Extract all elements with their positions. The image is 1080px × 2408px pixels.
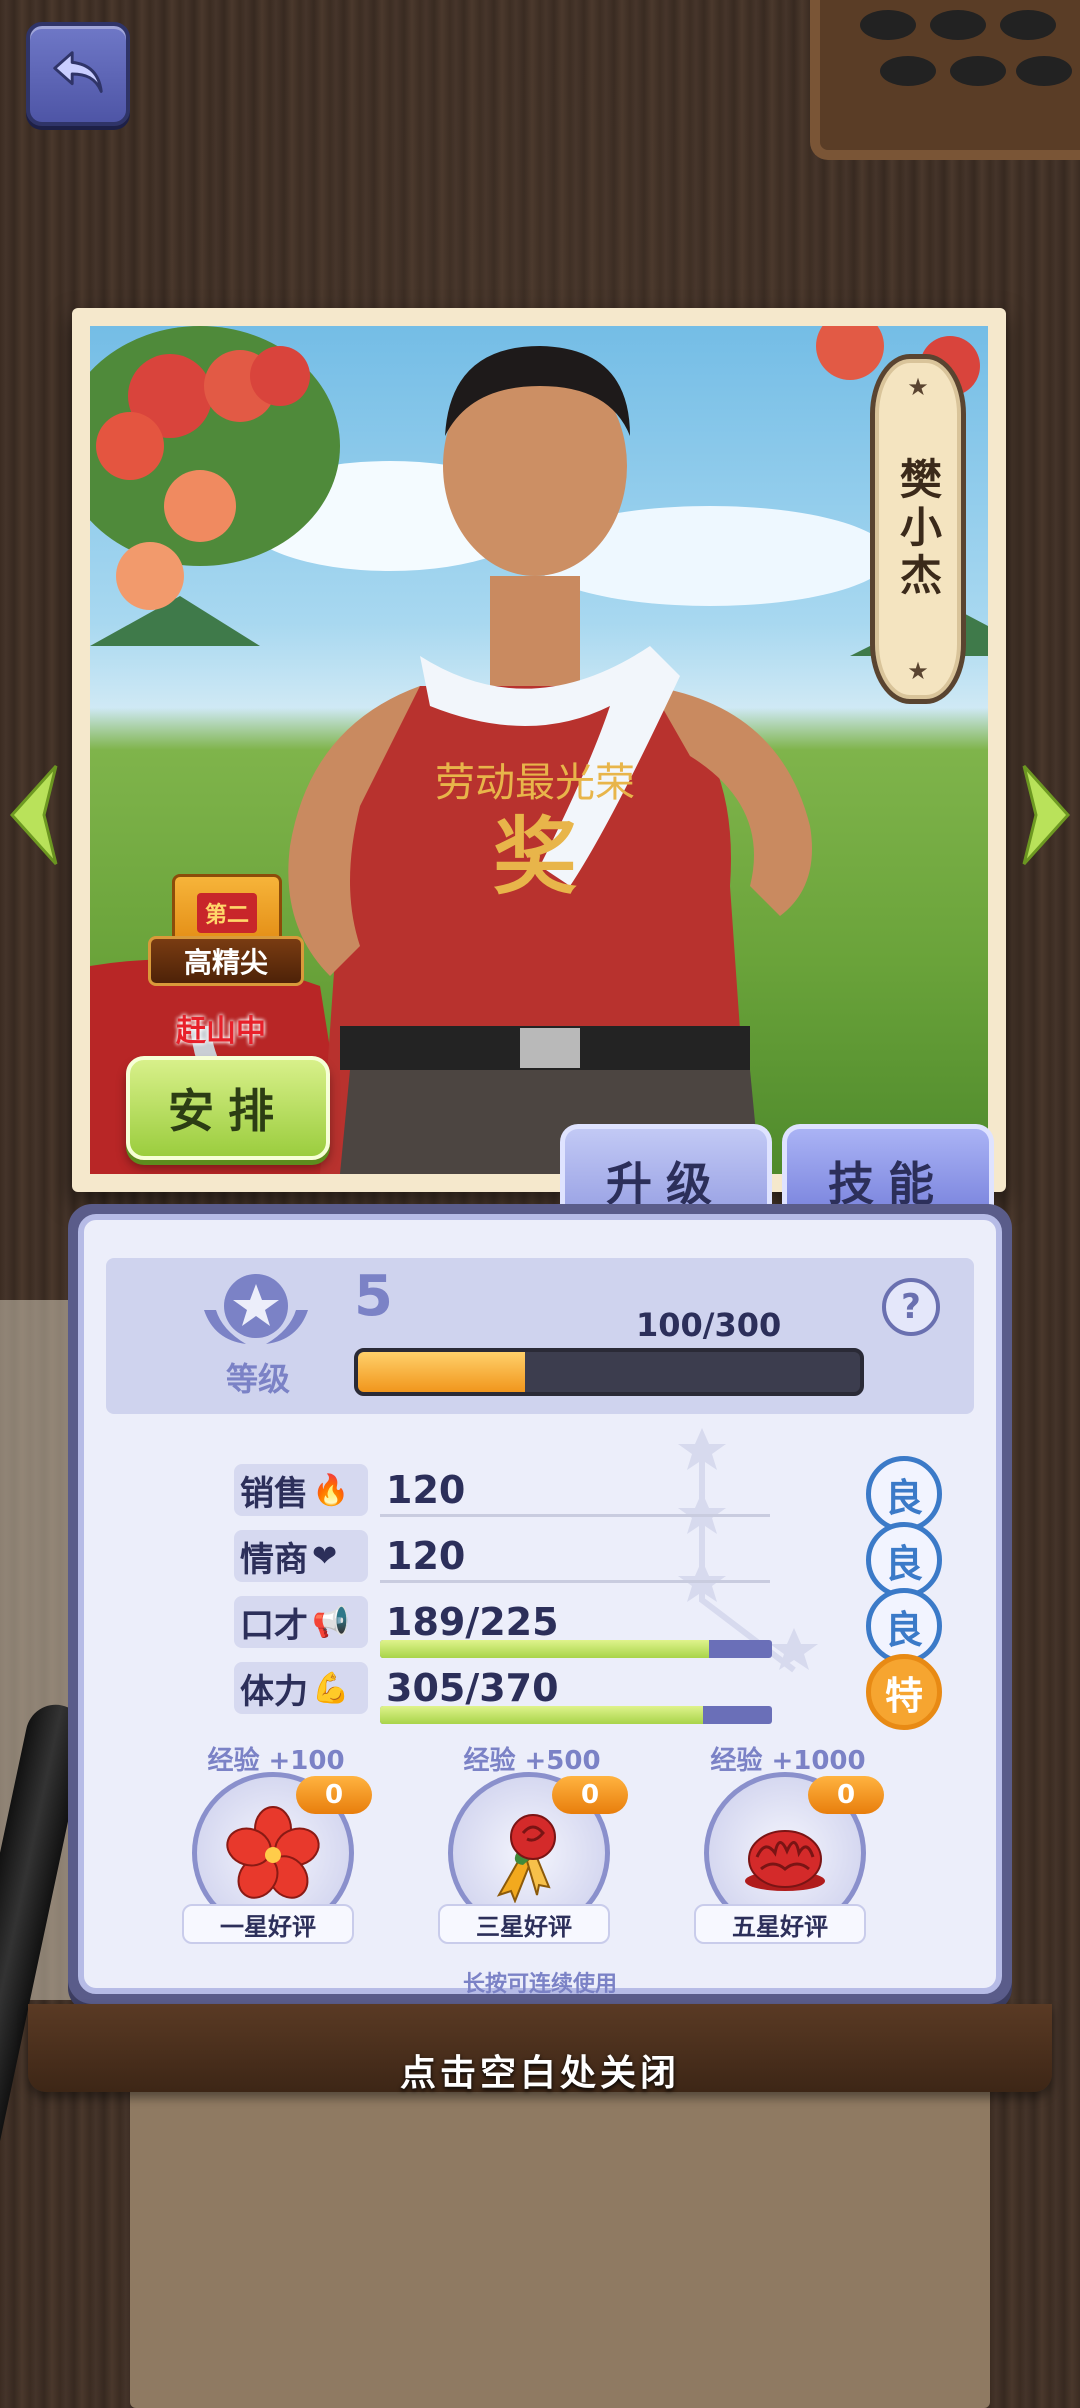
grade-badge: 良 — [866, 1522, 942, 1598]
stat-name: 销售 — [240, 1473, 308, 1514]
level-label: 等级 — [226, 1360, 291, 1398]
item-count-badge: 0 — [808, 1776, 884, 1814]
close-hint[interactable]: 点击空白处关闭 — [0, 2044, 1080, 2096]
star-icon: ★ — [907, 373, 929, 401]
rank-badge-top: 第二 — [196, 893, 257, 933]
star-icon: ★ — [907, 657, 929, 685]
long-press-hint: 长按可连续使用 — [462, 1972, 617, 1997]
stat-name: 情商 — [240, 1539, 308, 1580]
experience-bar-fill — [358, 1352, 526, 1392]
stat-label-stamina: 体力 💪 — [234, 1662, 368, 1714]
stat-divider — [380, 1580, 770, 1583]
level-section: 等级 5 100/300 ? — [106, 1258, 974, 1414]
stat-divider — [380, 1514, 770, 1517]
stat-name: 体力 — [240, 1671, 308, 1712]
abacus-decoration — [810, 0, 1080, 160]
muscle-icon: 💪 — [312, 1670, 350, 1706]
grade-badge-special: 特 — [866, 1654, 942, 1730]
item-name: 三星好评 — [438, 1904, 610, 1944]
character-portrait-card: 劳动最光荣 奖 ★ 樊小杰 ★ 第二 高精尖 赶山中 安排 — [72, 308, 1006, 1192]
rank-badge-label: 高精尖 — [148, 936, 304, 986]
stat-bar-fill — [380, 1640, 710, 1658]
experience-bar — [354, 1348, 864, 1396]
red-carnation-icon — [745, 1830, 825, 1891]
character-portrait: 劳动最光荣 奖 ★ 樊小杰 ★ 第二 高精尖 赶山中 安排 — [90, 326, 988, 1174]
stat-value-eloquence: 189/225 — [386, 1600, 559, 1644]
stat-bar-eloquence — [380, 1640, 772, 1658]
laurel-star-icon — [204, 1274, 308, 1344]
stat-bar-fill — [380, 1706, 703, 1724]
svg-text:劳动最光荣: 劳动最光荣 — [435, 760, 635, 806]
stat-value-sales: 120 — [386, 1468, 466, 1512]
stat-row-sales: 销售 🔥 120 良 — [234, 1456, 954, 1532]
item-count-badge: 0 — [552, 1776, 628, 1814]
stat-value-eq: 120 — [386, 1534, 466, 1578]
item-name: 一星好评 — [182, 1904, 354, 1944]
character-name-banner: ★ 樊小杰 ★ — [870, 354, 966, 704]
stat-row-eloquence: 口才 📢 189/225 良 — [234, 1588, 954, 1664]
rose-ribbon-icon — [496, 1814, 556, 1903]
experience-text: 100/300 — [636, 1306, 782, 1344]
back-arrow-icon — [53, 51, 103, 93]
stat-bar-stamina — [380, 1706, 772, 1724]
rank-badge: 第二 高精尖 — [148, 874, 304, 986]
level-value: 5 — [354, 1264, 393, 1329]
item-count-badge: 0 — [296, 1776, 372, 1814]
next-character-arrow[interactable] — [1016, 760, 1076, 870]
character-name: 樊小杰 — [893, 457, 943, 601]
stat-name: 口才 — [240, 1605, 308, 1646]
stat-row-stamina: 体力 💪 305/370 特 — [234, 1654, 954, 1730]
stat-row-eq: 情商 ❤ 120 良 — [234, 1522, 954, 1598]
arrange-button[interactable]: 安排 — [126, 1056, 330, 1160]
stat-label-eq: 情商 ❤ — [234, 1530, 368, 1582]
stat-label-sales: 销售 🔥 — [234, 1464, 368, 1516]
flame-percent-icon: 🔥 — [312, 1472, 350, 1508]
stat-label-eloquence: 口才 📢 — [234, 1596, 368, 1648]
item-one-star-review[interactable]: 经验 +100 0 一星好评 — [176, 1740, 376, 1944]
svg-text:奖: 奖 — [493, 807, 577, 906]
stat-value-stamina: 305/370 — [386, 1666, 559, 1710]
previous-character-arrow[interactable] — [4, 760, 64, 870]
grade-badge: 良 — [866, 1456, 942, 1532]
item-name: 五星好评 — [694, 1904, 866, 1944]
brain-heart-icon: ❤ — [312, 1538, 338, 1574]
back-button[interactable] — [26, 22, 130, 126]
help-button[interactable]: ? — [882, 1278, 940, 1336]
megaphone-icon: 📢 — [312, 1604, 350, 1640]
item-three-star-review[interactable]: 经验 +500 0 三星好评 — [432, 1740, 632, 1944]
grade-badge: 良 — [866, 1588, 942, 1664]
red-flower-icon — [226, 1806, 320, 1899]
item-five-star-review[interactable]: 经验 +1000 0 五星好评 — [688, 1740, 888, 1944]
character-status: 赶山中 — [176, 1014, 266, 1049]
